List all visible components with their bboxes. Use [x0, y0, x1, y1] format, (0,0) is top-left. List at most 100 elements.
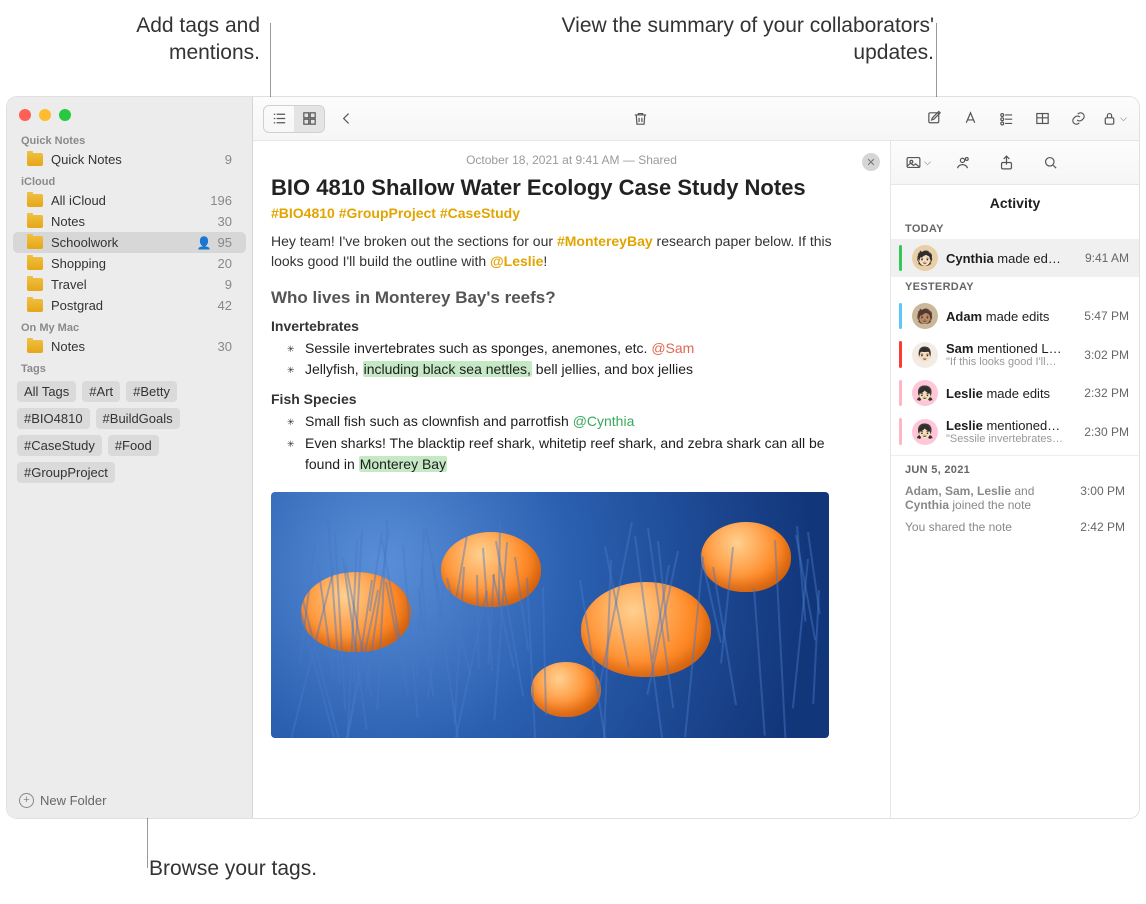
folder-icon: [27, 236, 43, 249]
activity-section-yesterday: YESTERDAY: [891, 277, 1139, 297]
grid-view-button[interactable]: [294, 106, 324, 132]
mention-leslie[interactable]: @Leslie: [490, 253, 543, 269]
activity-item[interactable]: 🧑🏻Cynthia made ed…9:41 AM: [891, 239, 1139, 277]
table-button[interactable]: [1027, 106, 1057, 132]
activity-color-bar: [899, 341, 902, 368]
close-window-button[interactable]: [19, 109, 31, 121]
callout-tags-mentions: Add tags and mentions.: [70, 12, 260, 67]
note-tags-line: #BIO4810 #GroupProject #CaseStudy: [271, 205, 862, 221]
sidebar-item-label: Schoolwork: [51, 235, 197, 250]
sidebar-item-label: Notes: [51, 214, 218, 229]
tag-art[interactable]: #Art: [82, 381, 120, 402]
mention-cynthia[interactable]: @Cynthia: [573, 413, 635, 429]
note-heading-reefs: Who lives in Monterey Bay's reefs?: [271, 288, 862, 308]
compose-button[interactable]: [919, 106, 949, 132]
new-folder-label: New Folder: [40, 793, 106, 808]
note-title: BIO 4810 Shallow Water Ecology Case Stud…: [271, 175, 862, 201]
collaborate-button[interactable]: [947, 150, 977, 176]
folder-icon: [27, 340, 43, 353]
activity-color-bar: [899, 245, 902, 271]
note-list-fish: Small fish such as clownfish and parrotf…: [271, 411, 862, 476]
activity-item[interactable]: 👧🏻Leslie made edits2:32 PM: [891, 374, 1139, 412]
note-image-jellyfish: /* decorative */: [271, 492, 829, 738]
activity-time: 2:32 PM: [1084, 386, 1129, 400]
note-heading-fish: Fish Species: [271, 391, 862, 407]
activity-text: Sam mentioned L…"If this looks good I'll…: [946, 341, 1072, 368]
sidebar-item-shopping[interactable]: Shopping20: [13, 253, 246, 274]
note-body: BIO 4810 Shallow Water Ecology Case Stud…: [253, 175, 890, 758]
sidebar-section-onmymac: On My Mac: [7, 316, 252, 336]
activity-toolbar: ⌵: [891, 141, 1139, 185]
list-view-button[interactable]: [264, 106, 294, 132]
folder-icon: [27, 153, 43, 166]
sidebar-item-count: 20: [218, 256, 232, 271]
folder-icon: [27, 278, 43, 291]
window-controls: [7, 105, 252, 129]
minimize-window-button[interactable]: [39, 109, 51, 121]
activity-color-bar: [899, 418, 902, 445]
activity-item[interactable]: 🧑🏽Adam made edits5:47 PM: [891, 297, 1139, 335]
share-button[interactable]: [991, 150, 1021, 176]
sidebar-item-count: 30: [218, 339, 232, 354]
sidebar-item-schoolwork[interactable]: Schoolwork👤95: [13, 232, 246, 253]
activity-panel: ⌵ Activity TODAY 🧑🏻Cynthia made ed…9:41 …: [890, 141, 1139, 818]
list-item: Even sharks! The blacktip reef shark, wh…: [293, 433, 862, 476]
back-button[interactable]: [331, 106, 361, 132]
sidebar-tags: All Tags #Art #Betty #BIO4810 #BuildGoals #Ca…: [7, 377, 252, 487]
note-intro: Hey team! I've broken out the sections f…: [271, 231, 862, 272]
sidebar-item-notes[interactable]: Notes30: [13, 211, 246, 232]
delete-button[interactable]: [625, 106, 655, 132]
avatar: 👧🏻: [912, 419, 938, 445]
new-folder-button[interactable]: + New Folder: [7, 785, 252, 818]
sidebar-item-label: Notes: [51, 339, 218, 354]
sidebar-section-quicknotes: Quick Notes: [7, 129, 252, 149]
fullscreen-window-button[interactable]: [59, 109, 71, 121]
tag-all tags[interactable]: All Tags: [17, 381, 76, 402]
sidebar-item-quick-notes[interactable]: Quick Notes 9: [13, 149, 246, 170]
shared-icon: 👤: [197, 236, 212, 250]
sidebar-item-count: 9: [225, 152, 232, 167]
activity-older-item: You shared the note2:42 PM: [891, 516, 1139, 538]
sidebar-section-icloud: iCloud: [7, 170, 252, 190]
sidebar-item-postgrad[interactable]: Postgrad42: [13, 295, 246, 316]
tag-buildgoals[interactable]: #BuildGoals: [96, 408, 180, 429]
sidebar-item-travel[interactable]: Travel9: [13, 274, 246, 295]
sidebar-item-all-icloud[interactable]: All iCloud196: [13, 190, 246, 211]
toolbar: ⌵: [253, 97, 1139, 141]
avatar: 👨🏻: [912, 342, 938, 368]
avatar: 👧🏻: [912, 380, 938, 406]
folder-icon: [27, 215, 43, 228]
tag-betty[interactable]: #Betty: [126, 381, 177, 402]
activity-color-bar: [899, 303, 902, 329]
tag-food[interactable]: #Food: [108, 435, 159, 456]
sidebar: Quick Notes Quick Notes 9 iCloud All iCl…: [7, 97, 253, 818]
activity-time: 5:47 PM: [1084, 309, 1129, 323]
format-button[interactable]: [955, 106, 985, 132]
note-area[interactable]: ✕ October 18, 2021 at 9:41 AM — Shared B…: [253, 141, 890, 818]
search-button[interactable]: [1035, 150, 1065, 176]
sidebar-item-label: Shopping: [51, 256, 218, 271]
tag-bio4810[interactable]: #BIO4810: [17, 408, 90, 429]
sidebar-section-tags: Tags: [7, 357, 252, 377]
activity-item[interactable]: 👧🏻Leslie mentioned…"Sessile invertebrate…: [891, 412, 1139, 451]
note-heading-invertebrates: Invertebrates: [271, 318, 862, 334]
tag-casestudy[interactable]: #CaseStudy: [17, 435, 102, 456]
note-list-invertebrates: Sessile invertebrates such as sponges, a…: [271, 338, 862, 381]
folder-icon: [27, 194, 43, 207]
avatar: 🧑🏻: [912, 245, 938, 271]
activity-text: Adam made edits: [946, 309, 1072, 324]
sidebar-item-label: All iCloud: [51, 193, 210, 208]
media-button[interactable]: ⌵: [903, 150, 933, 176]
folder-icon: [27, 299, 43, 312]
close-activity-button[interactable]: ✕: [862, 153, 880, 171]
checklist-button[interactable]: [991, 106, 1021, 132]
hashtag-montereybay[interactable]: #MontereyBay: [557, 233, 653, 249]
list-item: Small fish such as clownfish and parrotf…: [293, 411, 862, 433]
sidebar-item-onmymac-notes[interactable]: Notes30: [13, 336, 246, 357]
link-button[interactable]: [1063, 106, 1093, 132]
tag-groupproject[interactable]: #GroupProject: [17, 462, 115, 483]
lock-button[interactable]: ⌵: [1099, 106, 1129, 132]
activity-item[interactable]: 👨🏻 Sam mentioned L…"If this looks good I'…: [891, 335, 1139, 374]
callout-activity-summary: View the summary of your collaborators' …: [544, 12, 934, 67]
mention-sam[interactable]: @Sam: [651, 340, 694, 356]
